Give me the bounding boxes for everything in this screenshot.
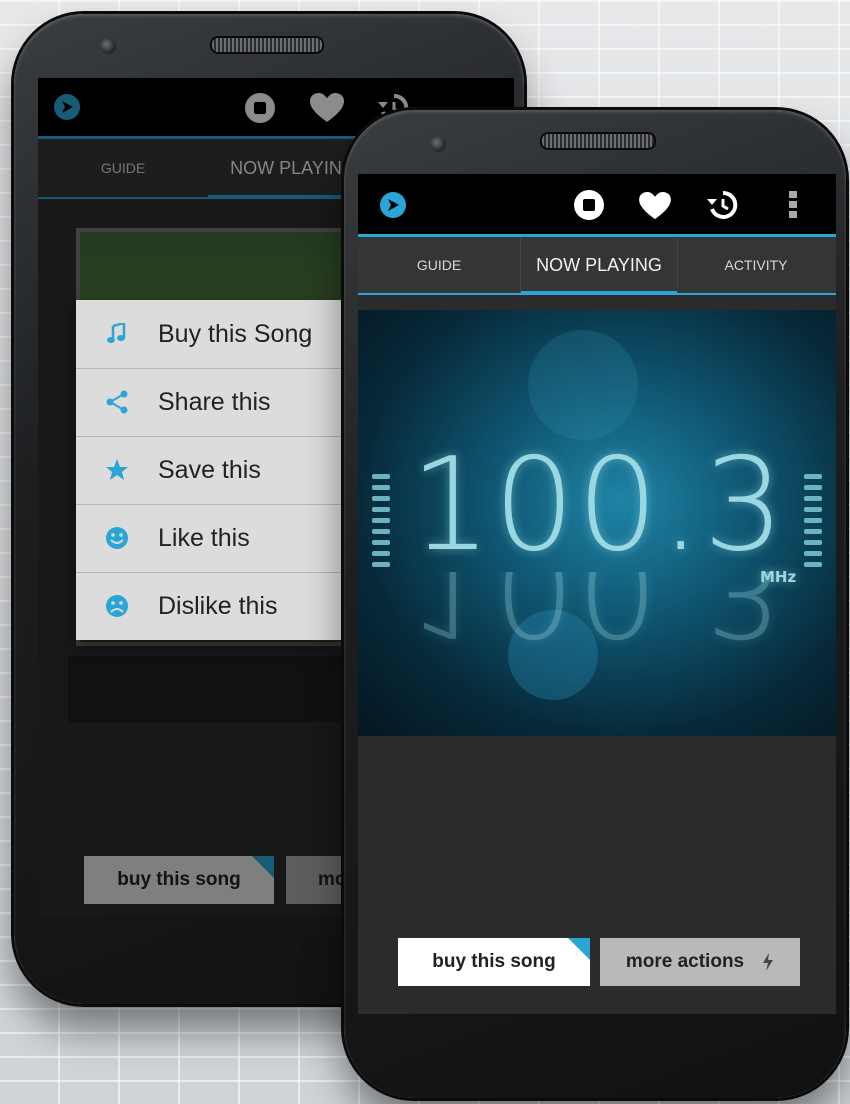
music-note-icon <box>76 323 158 345</box>
station-artwork: 100.3 100.3 MHz <box>358 310 836 736</box>
share-popup-menu: Buy this Song Share this Save this Like … <box>76 300 342 640</box>
overflow-menu-icon[interactable] <box>784 188 802 222</box>
menu-item-share[interactable]: Share this <box>76 368 342 437</box>
app-logo-icon[interactable] <box>378 190 408 220</box>
front-tab-bar: GUIDE NOW PLAYING ACTIVITY <box>358 237 836 295</box>
back-speaker <box>210 36 324 54</box>
menu-item-buy-song[interactable]: Buy this Song <box>76 300 342 369</box>
menu-item-like-label: Like this <box>158 523 250 552</box>
heart-icon[interactable] <box>310 92 344 124</box>
smile-icon <box>76 526 158 550</box>
front-screen: GUIDE NOW PLAYING ACTIVITY 100.3 100.3 M… <box>358 174 836 1014</box>
signal-meter-right <box>804 474 822 573</box>
back-buy-song-label: buy this song <box>117 869 241 890</box>
tab-now-playing-label: NOW PLAYING <box>536 254 662 275</box>
stop-icon[interactable] <box>572 188 606 222</box>
menu-item-like[interactable]: Like this <box>76 504 342 573</box>
more-actions-button[interactable]: more actions <box>600 938 800 986</box>
stop-icon[interactable] <box>244 92 276 124</box>
app-logo-icon[interactable] <box>52 92 82 122</box>
menu-item-share-label: Share this <box>158 387 271 416</box>
lightning-icon <box>762 953 774 971</box>
history-icon[interactable] <box>706 188 740 222</box>
buy-song-button[interactable]: buy this song <box>398 938 590 986</box>
back-more-actions-label: mo <box>318 869 347 890</box>
bokeh-circle <box>528 330 638 440</box>
menu-item-dislike[interactable]: Dislike this <box>76 572 342 640</box>
tab-guide-label: GUIDE <box>100 160 146 176</box>
back-camera <box>100 38 116 54</box>
buy-song-corner <box>568 938 590 960</box>
back-buy-song-button[interactable]: buy this song <box>84 856 274 904</box>
more-actions-label: more actions <box>625 951 745 972</box>
front-camera <box>430 136 446 152</box>
front-phone: GUIDE NOW PLAYING ACTIVITY 100.3 100.3 M… <box>344 110 846 1098</box>
tab-activity-label: ACTIVITY <box>724 257 788 273</box>
front-speaker <box>540 132 656 150</box>
star-icon <box>76 458 158 482</box>
tab-guide-label: GUIDE <box>416 257 462 273</box>
tab-now-playing[interactable]: NOW PLAYING <box>520 237 678 295</box>
back-buy-corner <box>252 856 274 878</box>
share-icon <box>76 390 158 414</box>
heart-icon[interactable] <box>638 190 672 222</box>
frown-icon <box>76 594 158 618</box>
tab-guide[interactable]: GUIDE <box>358 237 520 293</box>
front-action-bar <box>358 174 836 237</box>
signal-meter-left <box>372 474 390 573</box>
menu-item-dislike-label: Dislike this <box>158 591 278 620</box>
menu-item-buy-song-label: Buy this Song <box>158 319 313 348</box>
station-frequency: 100.3 <box>410 431 787 580</box>
tab-activity[interactable]: ACTIVITY <box>676 237 836 293</box>
station-frequency-reflection: 100.3 <box>410 572 787 652</box>
tab-now-playing-label: NOW PLAYING <box>230 157 356 178</box>
tab-guide[interactable]: GUIDE <box>38 139 208 197</box>
buy-song-label: buy this song <box>432 951 556 972</box>
menu-item-save-label: Save this <box>158 455 261 484</box>
station-unit: MHz <box>760 568 797 586</box>
back-empty-panel <box>68 656 344 722</box>
menu-item-save[interactable]: Save this <box>76 436 342 505</box>
